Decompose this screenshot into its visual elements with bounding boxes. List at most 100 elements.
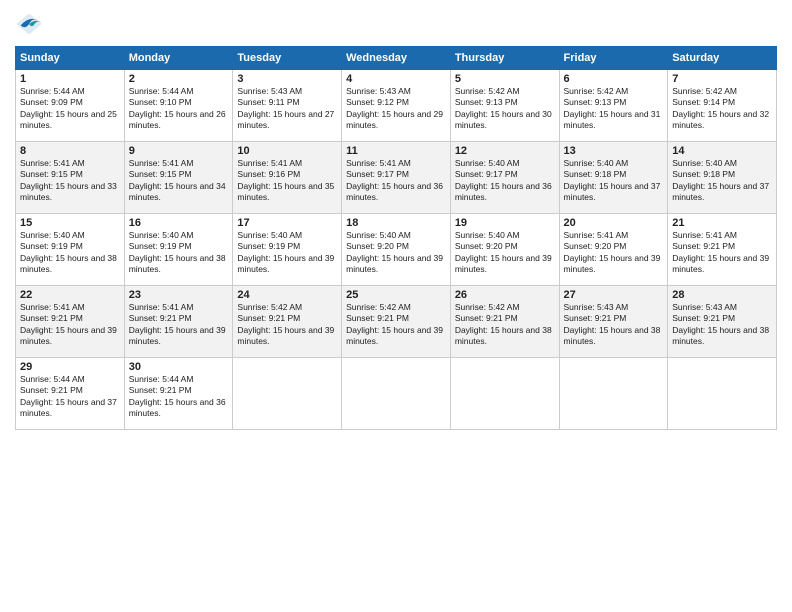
day-cell: 12Sunrise: 5:40 AMSunset: 9:17 PMDayligh…	[450, 142, 559, 214]
day-cell: 26Sunrise: 5:42 AMSunset: 9:21 PMDayligh…	[450, 286, 559, 358]
day-cell: 8Sunrise: 5:41 AMSunset: 9:15 PMDaylight…	[16, 142, 125, 214]
calendar-table: SundayMondayTuesdayWednesdayThursdayFrid…	[15, 46, 777, 430]
day-cell: 21Sunrise: 5:41 AMSunset: 9:21 PMDayligh…	[668, 214, 777, 286]
day-number: 2	[129, 73, 229, 85]
day-info: Sunrise: 5:40 AMSunset: 9:19 PMDaylight:…	[129, 230, 226, 274]
day-info: Sunrise: 5:40 AMSunset: 9:19 PMDaylight:…	[237, 230, 334, 274]
day-number: 23	[129, 289, 229, 301]
day-number: 20	[564, 217, 664, 229]
day-info: Sunrise: 5:40 AMSunset: 9:19 PMDaylight:…	[20, 230, 117, 274]
day-number: 19	[455, 217, 555, 229]
col-header-tuesday: Tuesday	[233, 47, 342, 70]
day-info: Sunrise: 5:42 AMSunset: 9:14 PMDaylight:…	[672, 86, 769, 130]
day-cell: 22Sunrise: 5:41 AMSunset: 9:21 PMDayligh…	[16, 286, 125, 358]
day-cell: 29Sunrise: 5:44 AMSunset: 9:21 PMDayligh…	[16, 358, 125, 430]
day-cell: 9Sunrise: 5:41 AMSunset: 9:15 PMDaylight…	[124, 142, 233, 214]
day-cell: 14Sunrise: 5:40 AMSunset: 9:18 PMDayligh…	[668, 142, 777, 214]
week-row-3: 15Sunrise: 5:40 AMSunset: 9:19 PMDayligh…	[16, 214, 777, 286]
day-number: 29	[20, 361, 120, 373]
day-cell: 13Sunrise: 5:40 AMSunset: 9:18 PMDayligh…	[559, 142, 668, 214]
day-cell: 19Sunrise: 5:40 AMSunset: 9:20 PMDayligh…	[450, 214, 559, 286]
day-cell: 15Sunrise: 5:40 AMSunset: 9:19 PMDayligh…	[16, 214, 125, 286]
day-info: Sunrise: 5:40 AMSunset: 9:17 PMDaylight:…	[455, 158, 552, 202]
day-info: Sunrise: 5:41 AMSunset: 9:15 PMDaylight:…	[129, 158, 226, 202]
page: SundayMondayTuesdayWednesdayThursdayFrid…	[0, 0, 792, 612]
day-info: Sunrise: 5:42 AMSunset: 9:21 PMDaylight:…	[455, 302, 552, 346]
day-number: 11	[346, 145, 446, 157]
day-info: Sunrise: 5:40 AMSunset: 9:18 PMDaylight:…	[672, 158, 769, 202]
day-number: 27	[564, 289, 664, 301]
col-header-friday: Friday	[559, 47, 668, 70]
week-row-1: 1Sunrise: 5:44 AMSunset: 9:09 PMDaylight…	[16, 70, 777, 142]
week-row-2: 8 Sunrise: 5:41 AMSunset: 9:15 PMDaylight…	[16, 142, 777, 214]
day-info: Sunrise: 5:44 AMSunset: 9:21 PMDaylight:…	[129, 374, 226, 418]
day-info: Sunrise: 5:43 AMSunset: 9:21 PMDaylight:…	[564, 302, 661, 346]
day-info: Sunrise: 5:44 AMSunset: 9:09 PMDaylight:…	[20, 86, 117, 130]
day-cell	[450, 358, 559, 430]
logo	[15, 10, 47, 38]
col-header-sunday: Sunday	[16, 47, 125, 70]
day-info: Sunrise: 5:41 AMSunset: 9:17 PMDaylight:…	[346, 158, 443, 202]
day-number: 7	[672, 73, 772, 85]
day-info: Sunrise: 5:42 AMSunset: 9:13 PMDaylight:…	[564, 86, 661, 130]
day-cell: 18Sunrise: 5:40 AMSunset: 9:20 PMDayligh…	[342, 214, 451, 286]
day-number: 14	[672, 145, 772, 157]
day-cell: 25Sunrise: 5:42 AMSunset: 9:21 PMDayligh…	[342, 286, 451, 358]
day-number: 12	[455, 145, 555, 157]
day-cell: 7Sunrise: 5:42 AMSunset: 9:14 PMDaylight…	[668, 70, 777, 142]
day-cell: 5Sunrise: 5:42 AMSunset: 9:13 PMDaylight…	[450, 70, 559, 142]
logo-icon	[15, 10, 43, 38]
day-cell	[342, 358, 451, 430]
day-cell	[559, 358, 668, 430]
day-number: 22	[20, 289, 120, 301]
day-info: Sunrise: 5:40 AMSunset: 9:20 PMDaylight:…	[346, 230, 443, 274]
day-cell: 10Sunrise: 5:41 AMSunset: 9:16 PMDayligh…	[233, 142, 342, 214]
week-row-5: 29 Sunrise: 5:44 AMSunset: 9:21 PMDayligh…	[16, 358, 777, 430]
col-header-saturday: Saturday	[668, 47, 777, 70]
day-info: Sunrise: 5:43 AMSunset: 9:11 PMDaylight:…	[237, 86, 334, 130]
day-number: 28	[672, 289, 772, 301]
day-number: 30	[129, 361, 229, 373]
day-cell: 6Sunrise: 5:42 AMSunset: 9:13 PMDaylight…	[559, 70, 668, 142]
day-cell: 23Sunrise: 5:41 AMSunset: 9:21 PMDayligh…	[124, 286, 233, 358]
day-number: 17	[237, 217, 337, 229]
day-info: Sunrise: 5:41 AMSunset: 9:21 PMDaylight:…	[672, 230, 769, 274]
day-number: 5	[455, 73, 555, 85]
day-number: 3	[237, 73, 337, 85]
col-header-thursday: Thursday	[450, 47, 559, 70]
day-cell: 1Sunrise: 5:44 AMSunset: 9:09 PMDaylight…	[16, 70, 125, 142]
day-number: 6	[564, 73, 664, 85]
day-number: 4	[346, 73, 446, 85]
day-number: 21	[672, 217, 772, 229]
day-info: Sunrise: 5:44 AMSunset: 9:10 PMDaylight:…	[129, 86, 226, 130]
day-cell: 28Sunrise: 5:43 AMSunset: 9:21 PMDayligh…	[668, 286, 777, 358]
day-info: Sunrise: 5:41 AMSunset: 9:20 PMDaylight:…	[564, 230, 661, 274]
col-header-wednesday: Wednesday	[342, 47, 451, 70]
day-number: 13	[564, 145, 664, 157]
header-row: SundayMondayTuesdayWednesdayThursdayFrid…	[16, 47, 777, 70]
day-cell: 2Sunrise: 5:44 AMSunset: 9:10 PMDaylight…	[124, 70, 233, 142]
day-number: 16	[129, 217, 229, 229]
day-info: Sunrise: 5:41 AMSunset: 9:21 PMDaylight:…	[129, 302, 226, 346]
col-header-monday: Monday	[124, 47, 233, 70]
day-cell: 27Sunrise: 5:43 AMSunset: 9:21 PMDayligh…	[559, 286, 668, 358]
day-cell	[233, 358, 342, 430]
day-number: 9	[129, 145, 229, 157]
week-row-4: 22Sunrise: 5:41 AMSunset: 9:21 PMDayligh…	[16, 286, 777, 358]
day-number: 15	[20, 217, 120, 229]
day-info: Sunrise: 5:41 AMSunset: 9:21 PMDaylight:…	[20, 302, 117, 346]
day-number: 24	[237, 289, 337, 301]
day-info: Sunrise: 5:43 AMSunset: 9:21 PMDaylight:…	[672, 302, 769, 346]
day-number: 1	[20, 73, 120, 85]
day-cell: 17Sunrise: 5:40 AMSunset: 9:19 PMDayligh…	[233, 214, 342, 286]
day-cell	[668, 358, 777, 430]
day-cell: 11Sunrise: 5:41 AMSunset: 9:17 PMDayligh…	[342, 142, 451, 214]
day-cell: 3Sunrise: 5:43 AMSunset: 9:11 PMDaylight…	[233, 70, 342, 142]
day-number: 10	[237, 145, 337, 157]
day-info: Sunrise: 5:42 AMSunset: 9:21 PMDaylight:…	[237, 302, 334, 346]
day-info: Sunrise: 5:42 AMSunset: 9:21 PMDaylight:…	[346, 302, 443, 346]
header	[15, 10, 777, 38]
day-number: 8	[20, 145, 120, 157]
day-info: Sunrise: 5:40 AMSunset: 9:20 PMDaylight:…	[455, 230, 552, 274]
day-info: Sunrise: 5:40 AMSunset: 9:18 PMDaylight:…	[564, 158, 661, 202]
